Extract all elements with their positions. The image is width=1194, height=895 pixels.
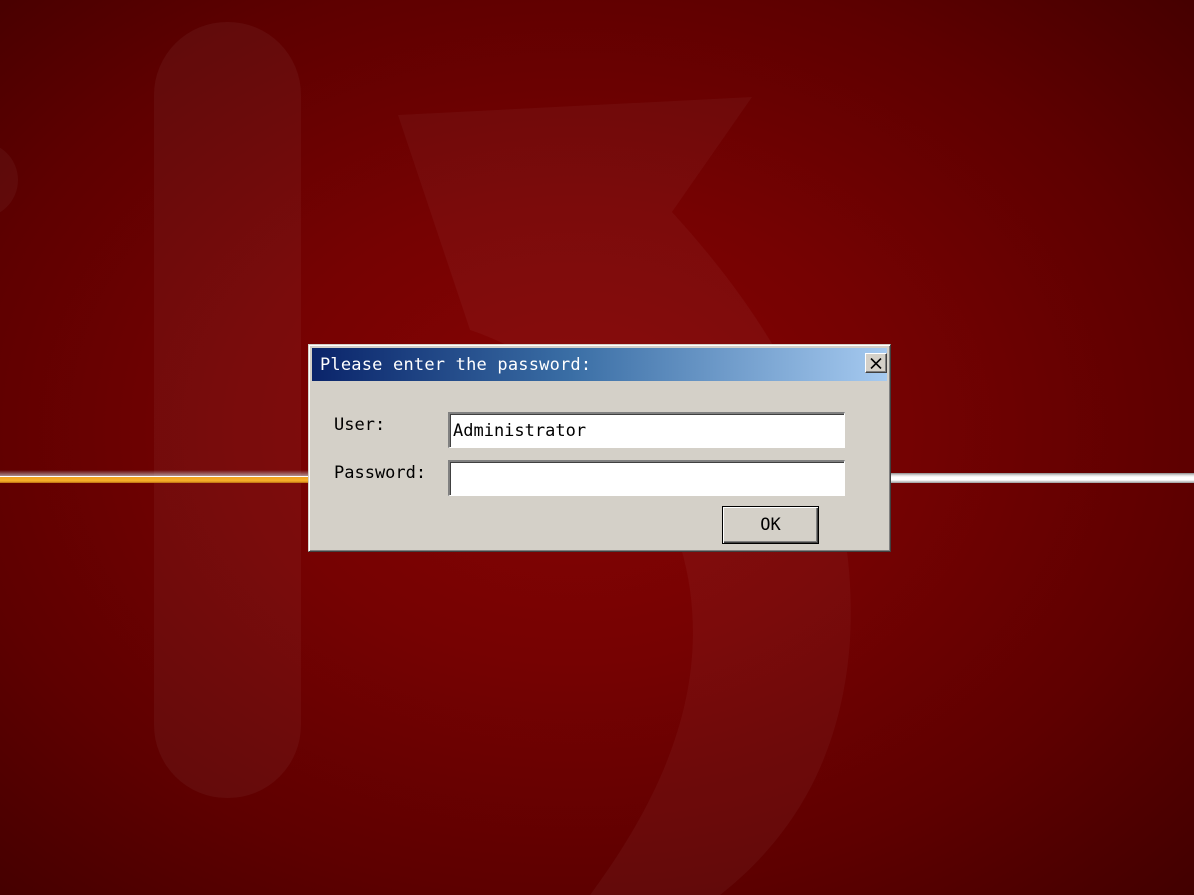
user-label: User: [334, 415, 386, 435]
password-field[interactable] [448, 460, 845, 496]
dialog-title: Please enter the password: [320, 355, 592, 375]
close-icon [870, 357, 882, 369]
password-label: Password: [334, 463, 427, 483]
password-dialog: Please enter the password: User: Passwor… [308, 344, 891, 552]
user-field[interactable] [448, 412, 845, 448]
left-orange-stripe [0, 476, 310, 483]
close-button[interactable] [865, 353, 887, 373]
dialog-titlebar[interactable]: Please enter the password: [312, 348, 887, 381]
right-white-stripe [891, 473, 1194, 483]
ok-button[interactable]: OK [722, 506, 819, 544]
